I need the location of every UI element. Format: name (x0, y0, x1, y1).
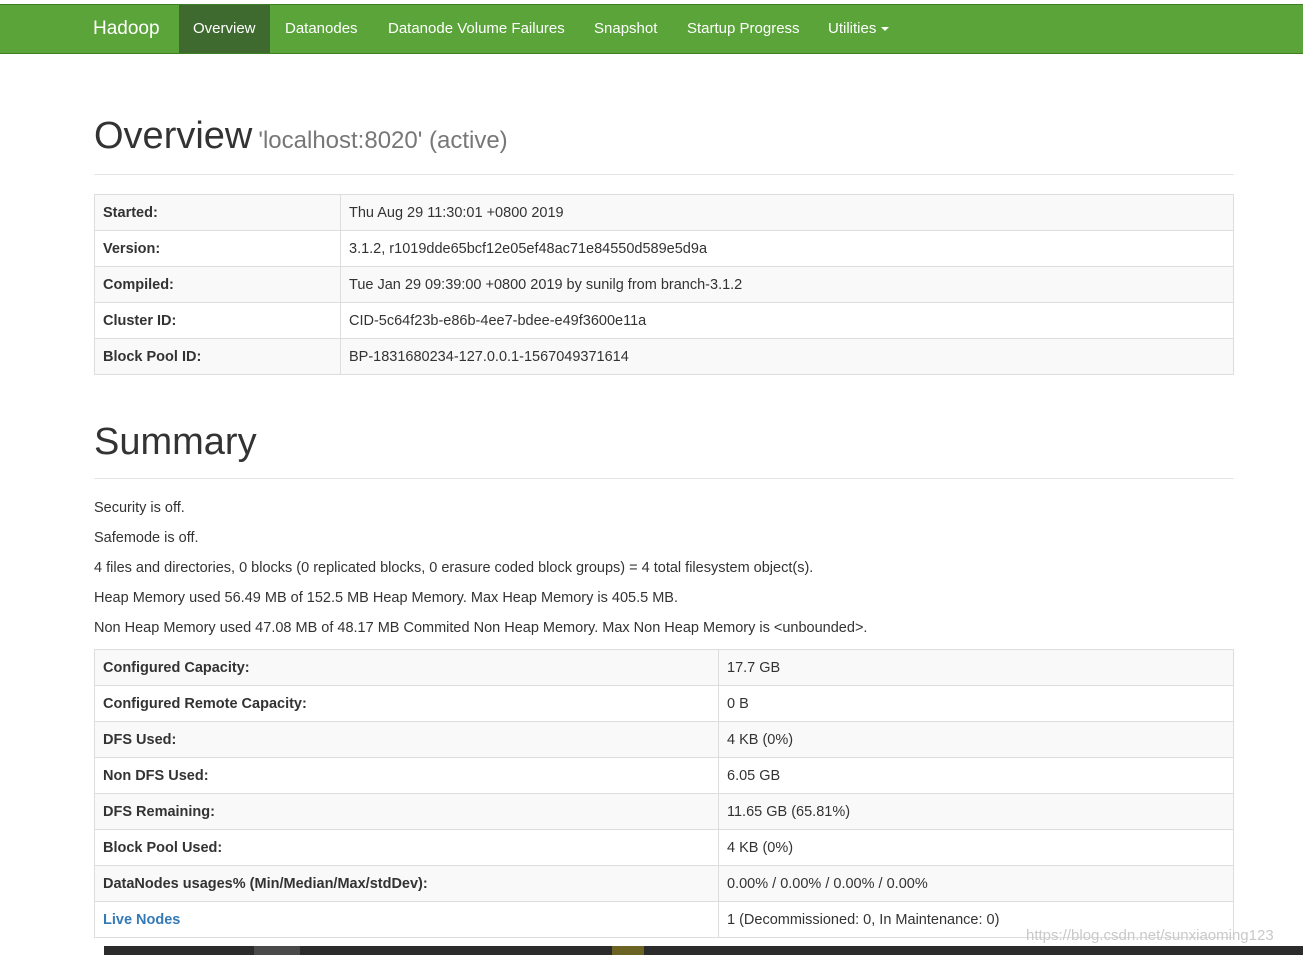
table-row: DFS Remaining: 11.65 GB (65.81%) (94, 793, 1234, 830)
row-label: Version: (94, 230, 341, 267)
summary-security: Security is off. (94, 500, 185, 516)
live-nodes-link[interactable]: Live Nodes (103, 912, 180, 928)
table-row: Block Pool Used: 4 KB (0%) (94, 829, 1234, 866)
row-label: Compiled: (94, 266, 341, 303)
row-value: Thu Aug 29 11:30:01 +0800 2019 (340, 194, 1234, 231)
table-row: Block Pool ID: BP-1831680234-127.0.0.1-1… (94, 338, 1234, 375)
table-row: Configured Capacity: 17.7 GB (94, 649, 1234, 686)
table-row: DataNodes usages% (Min/Median/Max/stdDev… (94, 865, 1234, 902)
row-label: Configured Capacity: (94, 649, 719, 686)
table-row: Compiled: Tue Jan 29 09:39:00 +0800 2019… (94, 266, 1234, 303)
row-label: Cluster ID: (94, 302, 341, 339)
row-label-cell: Live Nodes (94, 901, 719, 938)
table-row: DFS Used: 4 KB (0%) (94, 721, 1234, 758)
watermark: https://blog.csdn.net/sunxiaoming123 (1026, 927, 1274, 944)
row-label: Configured Remote Capacity: (94, 685, 719, 722)
row-value: 11.65 GB (65.81%) (718, 793, 1234, 830)
table-row: Configured Remote Capacity: 0 B (94, 685, 1234, 722)
row-value: 0 B (718, 685, 1234, 722)
nav-overview[interactable]: Overview (179, 5, 270, 53)
row-label: Started: (94, 194, 341, 231)
overview-subtitle: 'localhost:8020' (active) (258, 127, 508, 154)
table-row: Cluster ID: CID-5c64f23b-e86b-4ee7-bdee-… (94, 302, 1234, 339)
row-label: DFS Remaining: (94, 793, 719, 830)
nav-datanodes[interactable]: Datanodes (285, 5, 358, 53)
table-row: Non DFS Used: 6.05 GB (94, 757, 1234, 794)
page-title: Overview'localhost:8020' (active) (94, 108, 1234, 169)
summary-heap-memory: Heap Memory used 56.49 MB of 152.5 MB He… (94, 590, 679, 606)
row-value: CID-5c64f23b-e86b-4ee7-bdee-e49f3600e11a (340, 302, 1234, 339)
nav-startup-progress[interactable]: Startup Progress (687, 5, 800, 53)
table-row: Version: 3.1.2, r1019dde65bcf12e05ef48ac… (94, 230, 1234, 267)
row-value: 0.00% / 0.00% / 0.00% / 0.00% (718, 865, 1234, 902)
row-value: 4 KB (0%) (718, 829, 1234, 866)
caret-down-icon (881, 27, 890, 32)
nav-snapshot[interactable]: Snapshot (594, 5, 657, 53)
row-value: Tue Jan 29 09:39:00 +0800 2019 by sunilg… (340, 266, 1234, 303)
row-value: 3.1.2, r1019dde65bcf12e05ef48ac71e84550d… (340, 230, 1234, 267)
summary-title: Summary (94, 421, 257, 463)
taskbar-app-icon[interactable] (612, 946, 644, 955)
row-label: DFS Used: (94, 721, 719, 758)
nav-datanode-volume-failures[interactable]: Datanode Volume Failures (388, 5, 565, 53)
row-value: 4 KB (0%) (718, 721, 1234, 758)
overview-header: Overview'localhost:8020' (active) (94, 108, 1234, 175)
row-label: DataNodes usages% (Min/Median/Max/stdDev… (94, 865, 719, 902)
top-navbar: Hadoop Overview Datanodes Datanode Volum… (0, 4, 1303, 54)
row-label: Non DFS Used: (94, 757, 719, 794)
summary-header: Summary (94, 415, 1234, 479)
nav-utilities-label: Utilities (828, 20, 877, 37)
row-value: BP-1831680234-127.0.0.1-1567049371614 (340, 338, 1234, 375)
nav-utilities-dropdown[interactable]: Utilities (828, 5, 890, 53)
summary-filesystem-objects: 4 files and directories, 0 blocks (0 rep… (94, 560, 814, 576)
taskbar-app-icon[interactable] (254, 946, 300, 955)
summary-safemode: Safemode is off. (94, 530, 199, 546)
summary-non-heap-memory: Non Heap Memory used 47.08 MB of 48.17 M… (94, 620, 868, 636)
row-label: Block Pool Used: (94, 829, 719, 866)
brand-logo[interactable]: Hadoop (93, 5, 160, 53)
summary-table: Configured Capacity: 17.7 GB Configured … (94, 649, 1234, 938)
row-label: Block Pool ID: (94, 338, 341, 375)
row-value: 6.05 GB (718, 757, 1234, 794)
table-row: Started: Thu Aug 29 11:30:01 +0800 2019 (94, 194, 1234, 231)
row-value: 17.7 GB (718, 649, 1234, 686)
overview-table: Started: Thu Aug 29 11:30:01 +0800 2019 … (94, 194, 1234, 375)
os-taskbar (104, 946, 1303, 955)
overview-title: Overview (94, 115, 253, 157)
